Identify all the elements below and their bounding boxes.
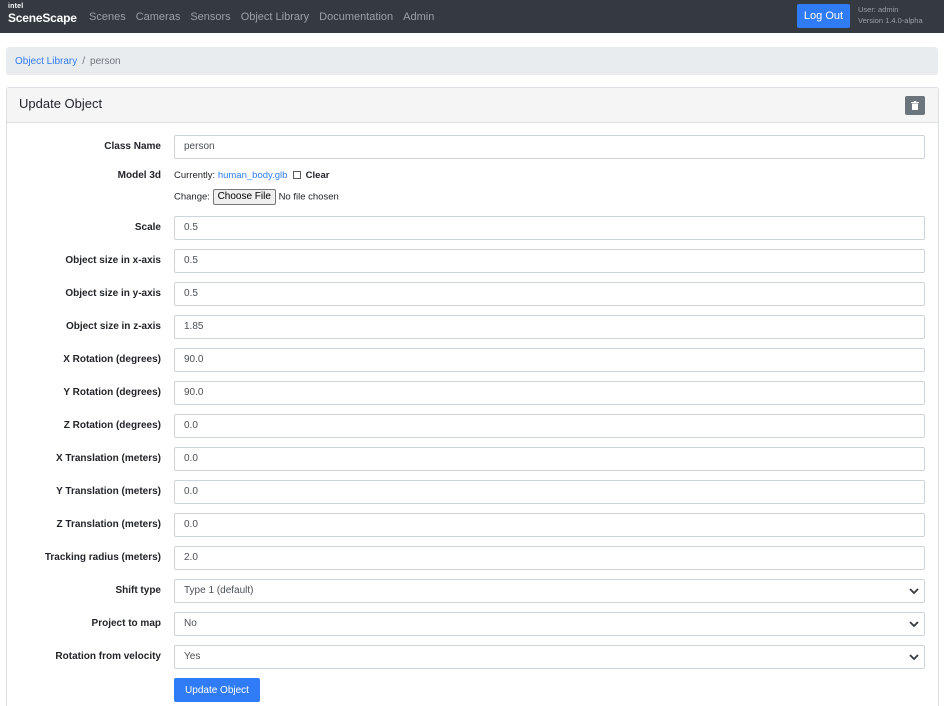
user-info: User: admin Version 1.4.0-alpha xyxy=(858,4,923,26)
row-rotation-y: Y Rotation (degrees) 90.0 xyxy=(7,381,938,405)
row-rotation-x: X Rotation (degrees) 90.0 xyxy=(7,348,938,372)
top-navbar: intel SceneScape Scenes Cameras Sensors … xyxy=(0,0,944,33)
nav-link-object-library[interactable]: Object Library xyxy=(241,11,309,23)
row-project-to-map: Project to map No xyxy=(7,612,938,636)
nav-link-documentation[interactable]: Documentation xyxy=(319,11,393,23)
rotation-x-input[interactable]: 90.0 xyxy=(174,348,925,372)
row-size-z: Object size in z-axis 1.85 xyxy=(7,315,938,339)
project-to-map-label: Project to map xyxy=(91,618,161,629)
model-file-link[interactable]: human_body.glb xyxy=(218,170,288,181)
row-scale: Scale 0.5 xyxy=(7,216,938,240)
row-translation-z: Z Translation (meters) 0.0 xyxy=(7,513,938,537)
nav-link-sensors[interactable]: Sensors xyxy=(190,11,230,23)
update-object-card: Update Object Class Name person Model 3d… xyxy=(6,87,939,706)
card-title: Update Object xyxy=(19,96,103,111)
row-rotation-z: Z Rotation (degrees) 0.0 xyxy=(7,414,938,438)
rotation-x-label: X Rotation (degrees) xyxy=(63,354,161,365)
size-y-input[interactable]: 0.5 xyxy=(174,282,925,306)
rotation-from-velocity-select[interactable]: Yes xyxy=(174,645,925,669)
update-object-button[interactable]: Update Object xyxy=(174,678,260,702)
rotation-z-input[interactable]: 0.0 xyxy=(174,414,925,438)
translation-y-input[interactable]: 0.0 xyxy=(174,480,925,504)
project-to-map-select[interactable]: No xyxy=(174,612,925,636)
clear-label: Clear xyxy=(305,170,330,181)
row-class-name: Class Name person xyxy=(7,135,938,159)
translation-x-input[interactable]: 0.0 xyxy=(174,447,925,471)
tracking-radius-input[interactable]: 2.0 xyxy=(174,546,925,570)
no-file-chosen-text: No file chosen xyxy=(278,191,339,203)
user-line: User: admin xyxy=(858,5,899,14)
breadcrumb: Object Library / person xyxy=(6,47,938,75)
chevron-down-icon xyxy=(909,621,919,628)
row-rotation-from-velocity: Rotation from velocity Yes xyxy=(7,645,938,669)
breadcrumb-separator: / xyxy=(82,55,86,67)
nav-link-cameras[interactable]: Cameras xyxy=(136,11,181,23)
rotation-y-input[interactable]: 90.0 xyxy=(174,381,925,405)
row-tracking-radius: Tracking radius (meters) 2.0 xyxy=(7,546,938,570)
shift-type-value: Type 1 (default) xyxy=(184,585,254,596)
version-line: Version 1.4.0-alpha xyxy=(858,16,923,25)
class-name-input[interactable]: person xyxy=(174,135,925,159)
card-header: Update Object xyxy=(7,88,938,123)
scale-label: Scale xyxy=(134,222,161,233)
model-change-prefix: Change: xyxy=(174,191,210,203)
row-size-x: Object size in x-axis 0.5 xyxy=(7,249,938,273)
rotation-from-velocity-value: Yes xyxy=(184,651,201,662)
translation-x-label: X Translation (meters) xyxy=(55,453,161,464)
translation-y-label: Y Translation (meters) xyxy=(56,486,161,497)
chevron-down-icon xyxy=(909,654,919,661)
row-size-y: Object size in y-axis 0.5 xyxy=(7,282,938,306)
chevron-down-icon xyxy=(909,588,919,595)
tracking-radius-label: Tracking radius (meters) xyxy=(44,552,161,563)
nav-link-scenes[interactable]: Scenes xyxy=(89,11,126,23)
shift-type-label: Shift type xyxy=(115,585,161,596)
rotation-from-velocity-label: Rotation from velocity xyxy=(55,651,161,662)
model-currently-prefix: Currently: xyxy=(174,170,216,181)
model-current-line: Currently: human_body.glb Clear xyxy=(174,170,925,181)
clear-checkbox[interactable] xyxy=(293,171,302,179)
nav-links: Scenes Cameras Sensors Object Library Do… xyxy=(89,0,444,33)
row-translation-y: Y Translation (meters) 0.0 xyxy=(7,480,938,504)
size-y-label: Object size in y-axis xyxy=(65,288,161,299)
size-z-label: Object size in z-axis xyxy=(65,321,161,332)
nav-link-admin[interactable]: Admin xyxy=(403,11,434,23)
translation-z-label: Z Translation (meters) xyxy=(56,519,161,530)
class-name-label: Class Name xyxy=(104,141,161,152)
row-translation-x: X Translation (meters) 0.0 xyxy=(7,447,938,471)
rotation-y-label: Y Rotation (degrees) xyxy=(63,387,161,398)
brand-name: SceneScape xyxy=(8,11,77,25)
size-z-input[interactable]: 1.85 xyxy=(174,315,925,339)
model-change-line: Change: Choose File No file chosen xyxy=(174,189,925,205)
logout-button[interactable]: Log Out xyxy=(797,4,850,28)
choose-file-button[interactable]: Choose File xyxy=(212,189,276,205)
project-to-map-value: No xyxy=(184,618,197,629)
model-3d-label: Model 3d xyxy=(117,170,161,181)
row-model-3d: Model 3d Currently: human_body.glb Clear… xyxy=(7,164,938,210)
size-x-input[interactable]: 0.5 xyxy=(174,249,925,273)
trash-icon xyxy=(911,101,919,110)
size-x-label: Object size in x-axis xyxy=(65,255,161,266)
breadcrumb-current: person xyxy=(90,55,121,67)
row-shift-type: Shift type Type 1 (default) xyxy=(7,579,938,603)
translation-z-input[interactable]: 0.0 xyxy=(174,513,925,537)
shift-type-select[interactable]: Type 1 (default) xyxy=(174,579,925,603)
brand-logo[interactable]: intel SceneScape xyxy=(8,3,78,31)
delete-object-button[interactable] xyxy=(905,96,925,115)
breadcrumb-object-library-link[interactable]: Object Library xyxy=(15,56,77,67)
brand-intel-text: intel xyxy=(8,3,24,10)
rotation-z-label: Z Rotation (degrees) xyxy=(63,420,161,431)
scale-input[interactable]: 0.5 xyxy=(174,216,925,240)
